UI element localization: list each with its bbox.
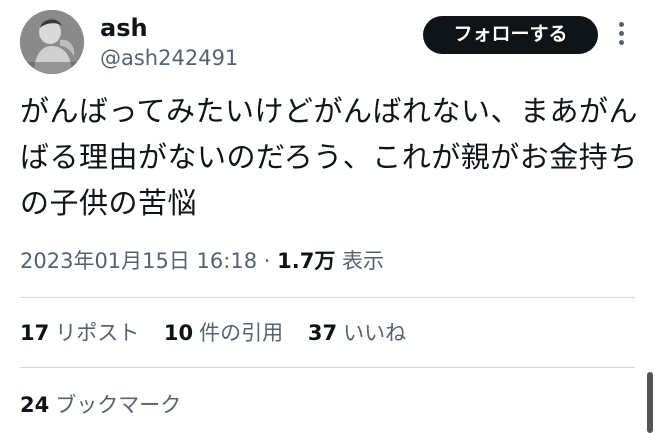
bookmarks-count: 24: [20, 393, 50, 417]
tweet-meta: 2023年01月15日 16:18 · 1.7万 表示: [20, 246, 384, 276]
quotes-label: 件の引用: [199, 321, 284, 345]
avatar-image: [20, 10, 84, 74]
divider: [20, 297, 635, 298]
dot: [618, 40, 624, 45]
tweet-text: がんばってみたいけどがんばれない、まあがんばる理由がないのだろう、これが親がお金…: [20, 94, 639, 220]
dot: [618, 31, 624, 36]
dot: [618, 22, 624, 27]
likes-label: いいね: [343, 321, 407, 345]
tweet-card: ash @ash242491 フォローする がんばってみたいけどがんばれない、ま…: [0, 0, 655, 433]
view-label: 表示: [342, 249, 385, 273]
likes-count: 37: [307, 321, 338, 345]
reposts-count: 17: [20, 321, 50, 345]
display-name[interactable]: ash: [100, 14, 148, 42]
engagement-stats: 17 リポスト 10 件の引用 37 いいね: [20, 318, 424, 348]
follow-button[interactable]: フォローする: [423, 16, 598, 54]
reposts-stat[interactable]: 17 リポスト: [20, 318, 139, 348]
quotes-count: 10: [163, 321, 194, 345]
timestamp[interactable]: 2023年01月15日 16:18: [20, 249, 257, 273]
meta-separator: ·: [263, 249, 271, 273]
bookmarks-label: ブックマーク: [55, 393, 182, 417]
bookmarks-stat[interactable]: 24 ブックマーク: [20, 390, 181, 420]
reposts-label: リポスト: [55, 321, 140, 345]
likes-stat[interactable]: 37 いいね: [308, 318, 406, 348]
scrollbar[interactable]: [647, 372, 653, 433]
view-count: 1.7万: [277, 249, 336, 273]
user-handle[interactable]: @ash242491: [100, 45, 238, 71]
avatar[interactable]: [20, 10, 84, 74]
divider: [20, 367, 635, 368]
more-vertical-icon[interactable]: [614, 22, 628, 50]
quotes-stat[interactable]: 10 件の引用: [164, 318, 283, 348]
